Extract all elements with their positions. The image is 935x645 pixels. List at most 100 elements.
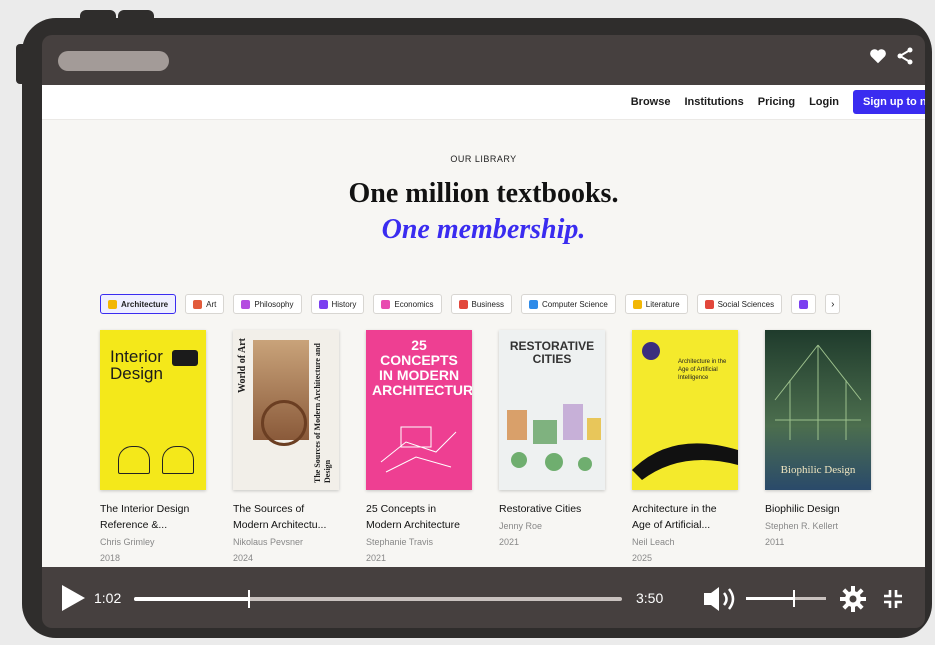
book-carousel: Interior Design The Interior Design Referen… bbox=[100, 330, 871, 565]
category-icon bbox=[632, 299, 642, 309]
exit-fullscreen-icon[interactable] bbox=[882, 588, 904, 615]
category-chip[interactable]: Economics bbox=[373, 294, 442, 314]
hero-headline-accent: One membership. bbox=[381, 214, 586, 245]
book-author: Chris Grimley bbox=[100, 537, 155, 547]
player-controls: 1:02 3:50 bbox=[42, 567, 925, 628]
cover-text: Biophilic Design bbox=[780, 464, 856, 476]
section-eyebrow: OUR LIBRARY bbox=[450, 154, 517, 164]
book-year: 2025 bbox=[632, 553, 653, 563]
book-title-line: Age of Artificial... bbox=[632, 519, 711, 531]
category-chip[interactable]: Art bbox=[185, 294, 225, 314]
book-cover[interactable]: RESTORATIVE CITIES bbox=[499, 330, 605, 490]
site-nav: Browse Institutions Pricing Login Sign u… bbox=[42, 85, 925, 120]
book-title-line: Modern Architecture bbox=[366, 519, 460, 531]
book-year: 2011 bbox=[765, 537, 785, 547]
book-cover[interactable]: 25 CONCEPTS IN MODERN ARCHITECTURE bbox=[366, 330, 472, 490]
progress-fill bbox=[134, 597, 249, 601]
book-title[interactable]: Restorative Cities bbox=[499, 501, 605, 517]
cover-text: RESTORATIVE CITIES bbox=[509, 339, 595, 366]
category-label: Computer Science bbox=[541, 299, 608, 309]
category-chip[interactable] bbox=[791, 294, 817, 314]
category-chips: Architecture Art Philosophy History Economic… bbox=[100, 294, 841, 314]
category-chip[interactable]: Social Sciences bbox=[696, 294, 783, 314]
category-label: Philosophy bbox=[254, 299, 294, 309]
volume-handle[interactable] bbox=[793, 590, 795, 607]
book-title[interactable]: The Interior Design Reference &... bbox=[100, 501, 206, 533]
nav-browse[interactable]: Browse bbox=[631, 96, 671, 108]
book-cover[interactable]: Architecture in the Age of Artificial In… bbox=[632, 330, 738, 490]
volume-slider[interactable] bbox=[746, 590, 826, 607]
category-icon bbox=[108, 299, 117, 309]
website-viewport: Browse Institutions Pricing Login Sign u… bbox=[42, 85, 925, 567]
book-title-line: Biophilic Design bbox=[765, 503, 840, 515]
book-author: Nikolaus Pevsner bbox=[233, 537, 304, 547]
nav-pricing[interactable]: Pricing bbox=[758, 96, 795, 108]
category-chip[interactable]: Literature bbox=[624, 294, 688, 314]
category-icon bbox=[318, 299, 328, 309]
volume-icon[interactable] bbox=[702, 586, 742, 617]
book-title-line: Architecture in the bbox=[632, 503, 717, 515]
category-chip[interactable]: Philosophy bbox=[233, 294, 302, 314]
heart-icon[interactable] bbox=[869, 48, 887, 64]
book-title[interactable]: The Sources of Modern Architectu... bbox=[233, 501, 339, 533]
category-label: History bbox=[331, 299, 357, 309]
book-card[interactable]: 25 CONCEPTS IN MODERN ARCHITECTURE 25 Con… bbox=[366, 330, 472, 565]
category-icon bbox=[799, 299, 809, 309]
progress-handle[interactable] bbox=[248, 590, 250, 608]
gear-icon[interactable] bbox=[840, 586, 866, 617]
book-year: 2021 bbox=[499, 537, 520, 547]
book-title[interactable]: 25 Concepts in Modern Architecture bbox=[366, 501, 472, 533]
player-top-bar bbox=[42, 35, 925, 85]
nav-login[interactable]: Login bbox=[809, 96, 839, 108]
nav-institutions[interactable]: Institutions bbox=[684, 96, 743, 108]
chevron-right-icon[interactable]: › bbox=[825, 294, 841, 314]
category-icon bbox=[458, 299, 468, 309]
category-icon bbox=[704, 299, 714, 309]
current-time: 1:02 bbox=[94, 590, 122, 606]
category-chip[interactable]: History bbox=[310, 294, 365, 314]
book-author: Jenny Roe bbox=[499, 521, 543, 531]
category-label: Economics bbox=[394, 299, 434, 309]
category-chip[interactable]: Architecture bbox=[100, 294, 177, 314]
book-card[interactable]: World of Art The Sources of Modern Archit… bbox=[233, 330, 339, 565]
category-label: Business bbox=[471, 299, 504, 309]
book-author: Stephanie Travis bbox=[366, 537, 434, 547]
book-title-line: Reference &... bbox=[100, 519, 168, 531]
book-cover[interactable]: Biophilic Design bbox=[765, 330, 871, 490]
signup-button[interactable]: Sign up to n bbox=[853, 90, 925, 114]
book-author: Neil Leach bbox=[632, 537, 675, 547]
book-card[interactable]: Architecture in the Age of Artificial In… bbox=[632, 330, 738, 565]
cover-text: The Sources of Modern Architecture and D… bbox=[313, 343, 332, 483]
category-label: Architecture bbox=[121, 299, 169, 309]
progress-bar[interactable] bbox=[134, 590, 622, 608]
book-title-line: 25 Concepts in bbox=[366, 503, 437, 515]
play-button[interactable] bbox=[60, 584, 86, 617]
book-cover[interactable]: Interior Design bbox=[100, 330, 206, 490]
cover-text: 25 CONCEPTS IN MODERN ARCHITECTURE bbox=[372, 337, 472, 398]
cover-text: Design bbox=[110, 364, 163, 383]
book-title-line: Restorative Cities bbox=[499, 503, 582, 515]
book-card[interactable]: Interior Design The Interior Design Referen… bbox=[100, 330, 206, 565]
book-title[interactable]: Biophilic Design bbox=[765, 501, 871, 517]
book-author: Stephen R. Kellert bbox=[765, 521, 839, 531]
video-player: Browse Institutions Pricing Login Sign u… bbox=[42, 35, 925, 628]
book-title-line: The Interior Design bbox=[100, 503, 190, 515]
book-year: 2021 bbox=[366, 553, 387, 563]
hero-headline: One million textbooks. bbox=[348, 178, 619, 209]
category-label: Social Sciences bbox=[717, 299, 775, 309]
category-icon bbox=[381, 299, 391, 309]
book-card[interactable]: Biophilic Design Biophilic Design Stephen … bbox=[765, 330, 871, 565]
cover-text: Architecture in the Age of Artificial In… bbox=[678, 359, 727, 381]
book-card[interactable]: RESTORATIVE CITIES Restorative Cities Jenn… bbox=[499, 330, 605, 565]
book-year: 2018 bbox=[100, 553, 121, 563]
category-icon bbox=[241, 299, 251, 309]
category-chip[interactable]: Business bbox=[450, 294, 512, 314]
category-label: Literature bbox=[645, 299, 680, 309]
category-chip[interactable]: Computer Science bbox=[520, 294, 616, 314]
volume-fill bbox=[746, 597, 794, 600]
book-cover[interactable]: World of Art The Sources of Modern Archit… bbox=[233, 330, 339, 490]
share-icon[interactable] bbox=[897, 47, 913, 65]
book-title-line: The Sources of bbox=[233, 503, 305, 515]
duration: 3:50 bbox=[636, 590, 664, 606]
book-title[interactable]: Architecture in the Age of Artificial... bbox=[632, 501, 738, 533]
